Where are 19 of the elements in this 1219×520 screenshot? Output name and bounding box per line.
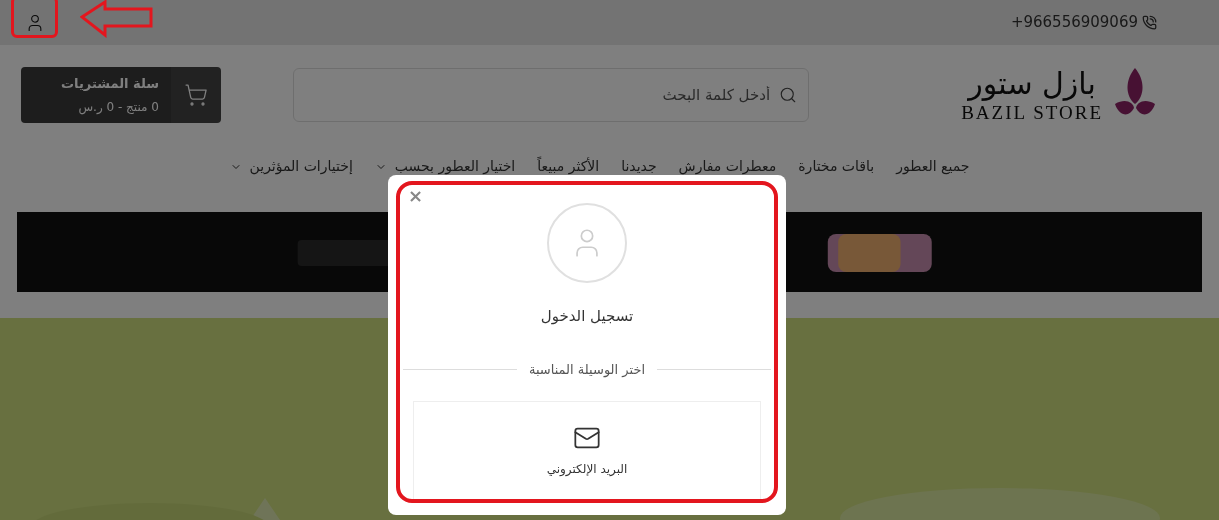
search-icon xyxy=(779,86,798,104)
nav-link[interactable]: اختيار العطور بحسب xyxy=(374,156,516,177)
divider-text: اختر الوسيلة المناسبة xyxy=(528,360,646,379)
nav-link[interactable]: باقات مختارة xyxy=(798,156,875,177)
nav-link[interactable]: جميع العطور xyxy=(896,156,970,177)
cart-summary: 0 منتج - 0 ر.س xyxy=(77,98,159,116)
close-button[interactable]: × xyxy=(408,187,424,205)
nav-link[interactable]: معطرات مفارش xyxy=(678,156,777,177)
phone-icon xyxy=(1142,15,1157,30)
nav-link[interactable]: الأكثر مبيعاً xyxy=(537,156,600,177)
nav-link[interactable]: إختيارات المؤثرين xyxy=(229,156,353,177)
logo-arabic-text: بازل ستور xyxy=(968,68,1096,99)
nav-link[interactable]: جديدنا xyxy=(621,156,657,177)
cart-title: سلة المشتريات xyxy=(60,75,159,94)
highlight-frame xyxy=(11,0,58,38)
phone-number[interactable]: +966556909069 xyxy=(1010,11,1138,34)
logo-latin-text: BAZIL STORE xyxy=(961,102,1103,122)
cart-icon xyxy=(184,83,208,107)
dialog-title: تسجيل الدخول xyxy=(540,306,634,327)
